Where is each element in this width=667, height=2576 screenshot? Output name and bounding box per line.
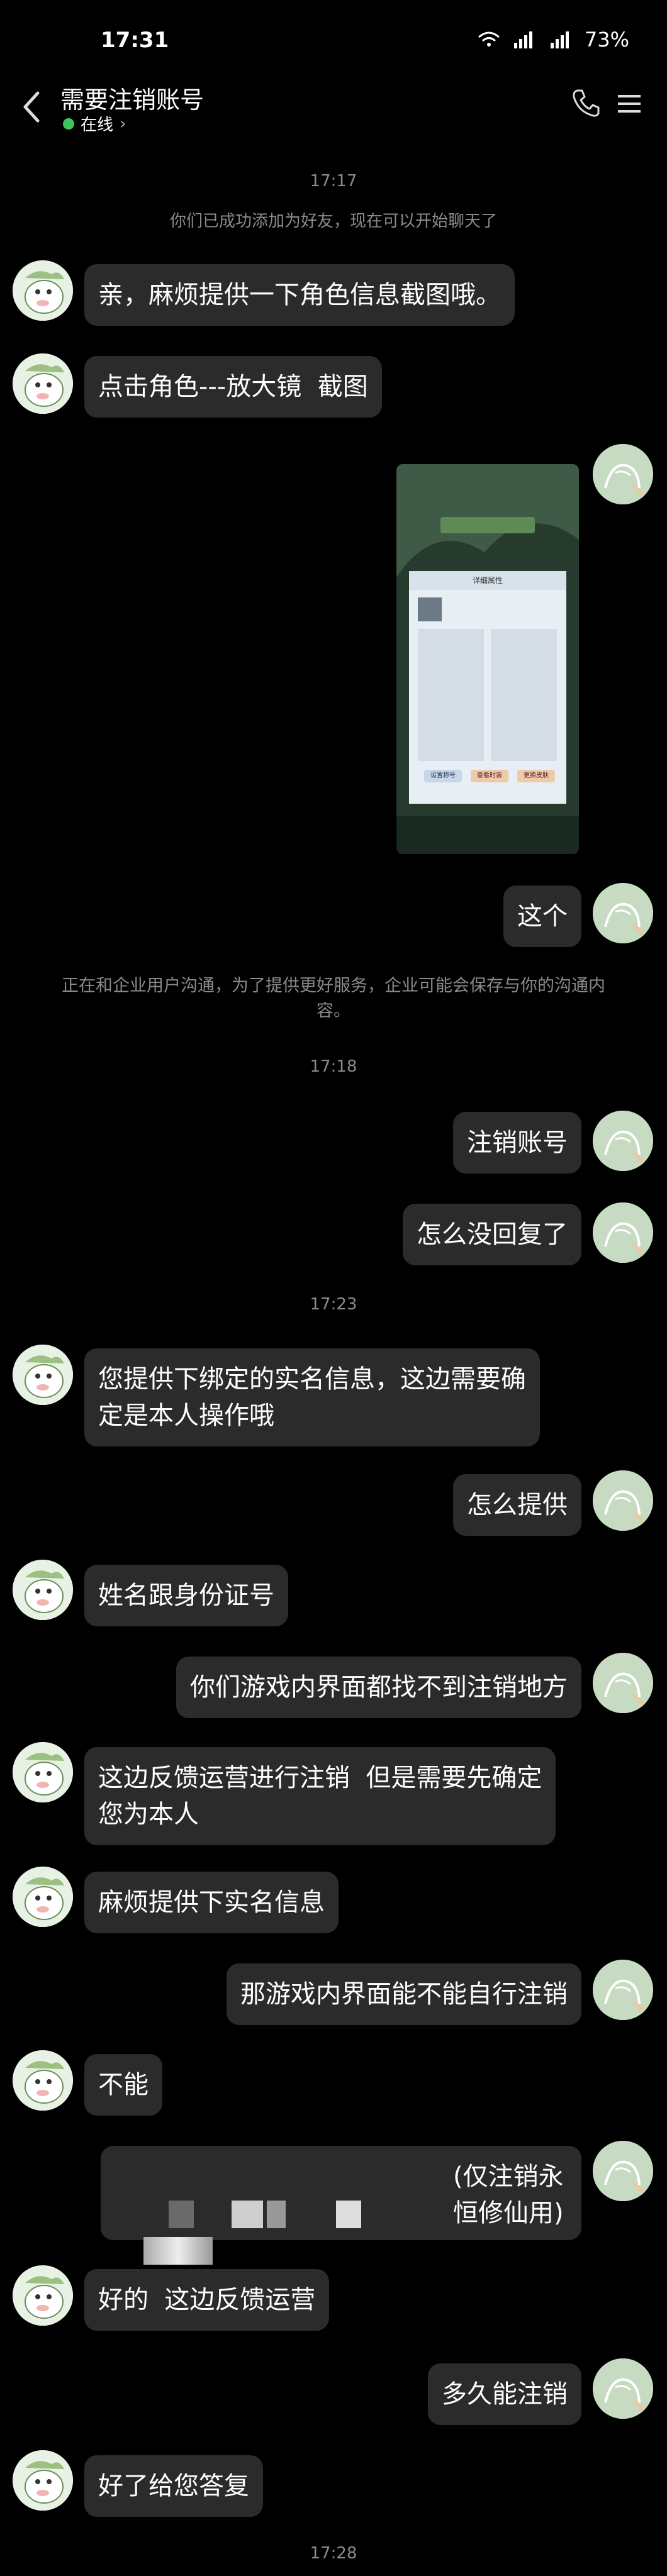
avatar-icon bbox=[593, 1653, 653, 1713]
timestamp: 17:23 bbox=[310, 1295, 357, 1314]
message-bubble-left[interactable]: 好了给您答复 bbox=[84, 2455, 263, 2517]
message-bubble-left[interactable]: 不能 bbox=[84, 2054, 162, 2116]
signal-icon bbox=[550, 31, 569, 48]
message-bubble-right[interactable]: 怎么没回复了 bbox=[403, 1204, 581, 1265]
thumb-button: 查看时装 bbox=[477, 772, 502, 779]
wifi-icon bbox=[478, 31, 500, 47]
enterprise-notice: 正在和企业用户沟通，为了提供更好服务，企业可能会保存与你的沟通内 容。 bbox=[62, 976, 605, 1021]
timestamp: 17:28 bbox=[310, 2544, 357, 2563]
avatar[interactable] bbox=[13, 1560, 73, 1620]
avatar[interactable] bbox=[13, 2450, 73, 2511]
avatar[interactable] bbox=[593, 1202, 653, 1263]
status-time: 17:31 bbox=[101, 28, 169, 53]
avatar[interactable] bbox=[13, 1742, 73, 1802]
signal-icon bbox=[513, 31, 532, 48]
avatar-icon bbox=[13, 2450, 73, 2511]
avatar-icon bbox=[593, 1960, 653, 2020]
chevron-right-icon: › bbox=[120, 114, 126, 133]
avatar-icon bbox=[593, 444, 653, 504]
back-icon[interactable] bbox=[18, 88, 45, 126]
avatar[interactable] bbox=[593, 2358, 653, 2419]
message-bubble-left[interactable]: 好的 这边反馈运营 bbox=[84, 2269, 330, 2331]
online-dot bbox=[63, 118, 74, 130]
message-bubble-right[interactable]: 多久能注销 bbox=[428, 2363, 581, 2425]
avatar-icon bbox=[593, 883, 653, 943]
message-bubble-left[interactable]: 麻烦提供下实名信息 bbox=[84, 1872, 339, 1933]
message-bubble-left[interactable]: 亲，麻烦提供一下角色信息截图哦。 bbox=[84, 264, 515, 326]
thumb-button: 设置称号 bbox=[430, 772, 456, 779]
avatar[interactable] bbox=[13, 2265, 73, 2326]
timestamp: 17:18 bbox=[310, 1057, 357, 1076]
status-icons: 73% bbox=[478, 28, 629, 52]
avatar[interactable] bbox=[593, 1470, 653, 1531]
avatar-icon bbox=[593, 1470, 653, 1531]
online-status[interactable]: 在线 › bbox=[63, 112, 126, 135]
avatar[interactable] bbox=[593, 444, 653, 504]
avatar[interactable] bbox=[13, 1345, 73, 1405]
message-bubble-left[interactable]: 姓名跟身份证号 bbox=[84, 1565, 288, 1626]
avatar[interactable] bbox=[13, 1867, 73, 1927]
avatar-icon bbox=[13, 353, 73, 414]
message-bubble-right[interactable]: 怎么提供 bbox=[453, 1474, 581, 1536]
message-bubble-left[interactable]: 您提供下绑定的实名信息，这边需要确 定是本人操作哦 bbox=[84, 1348, 540, 1446]
online-label: 在线 bbox=[81, 116, 114, 135]
avatar-icon bbox=[13, 2050, 73, 2111]
redacted-text bbox=[115, 2158, 454, 2265]
avatar[interactable] bbox=[593, 1653, 653, 1713]
chat-title: 需要注销账号 bbox=[60, 86, 205, 114]
message-text: (仅注销永 恒修仙用) bbox=[453, 2162, 564, 2228]
friend-added-notice: 你们已成功添加为好友，现在可以开始聊天了 bbox=[169, 212, 497, 231]
avatar[interactable] bbox=[593, 1960, 653, 2020]
message-bubble-right[interactable]: 这个 bbox=[503, 886, 581, 947]
avatar-icon bbox=[593, 2358, 653, 2419]
avatar[interactable] bbox=[593, 2141, 653, 2201]
avatar[interactable] bbox=[13, 353, 73, 414]
thumb-button: 更换皮肤 bbox=[524, 772, 549, 779]
avatar-icon bbox=[13, 1560, 73, 1620]
timestamp: 17:17 bbox=[310, 172, 357, 191]
avatar-icon bbox=[593, 1111, 653, 1171]
avatar-icon bbox=[13, 2265, 73, 2326]
phone-icon[interactable] bbox=[569, 87, 602, 119]
avatar[interactable] bbox=[593, 883, 653, 943]
avatar[interactable] bbox=[13, 2050, 73, 2111]
avatar-icon bbox=[13, 1345, 73, 1405]
message-bubble-left[interactable]: 这边反馈运营进行注销 但是需要先确定 您为本人 bbox=[84, 1747, 556, 1845]
avatar[interactable] bbox=[593, 1111, 653, 1171]
avatar-icon bbox=[13, 1742, 73, 1802]
message-bubble-right[interactable]: 你们游戏内界面都找不到注销地方 bbox=[176, 1657, 581, 1718]
message-bubble-left[interactable]: 点击角色---放大镜 截图 bbox=[84, 356, 382, 418]
avatar-icon bbox=[593, 2141, 653, 2201]
avatar-icon bbox=[13, 260, 73, 321]
message-bubble-right[interactable]: 注销账号 bbox=[453, 1112, 581, 1174]
avatar-icon bbox=[13, 1867, 73, 1927]
menu-icon[interactable] bbox=[617, 91, 642, 116]
avatar-icon bbox=[593, 1202, 653, 1263]
thumb-panel-title: 详细属性 bbox=[472, 576, 503, 585]
battery-percent: 73% bbox=[584, 28, 629, 52]
avatar[interactable] bbox=[13, 260, 73, 321]
message-bubble-right[interactable]: 那游戏内界面能不能自行注销 bbox=[227, 1963, 581, 2025]
image-message[interactable]: 详细属性 设置称号 查看时装 更换皮肤 bbox=[396, 464, 579, 854]
message-bubble-right-redacted[interactable]: (仅注销永 恒修仙用) bbox=[101, 2146, 581, 2265]
